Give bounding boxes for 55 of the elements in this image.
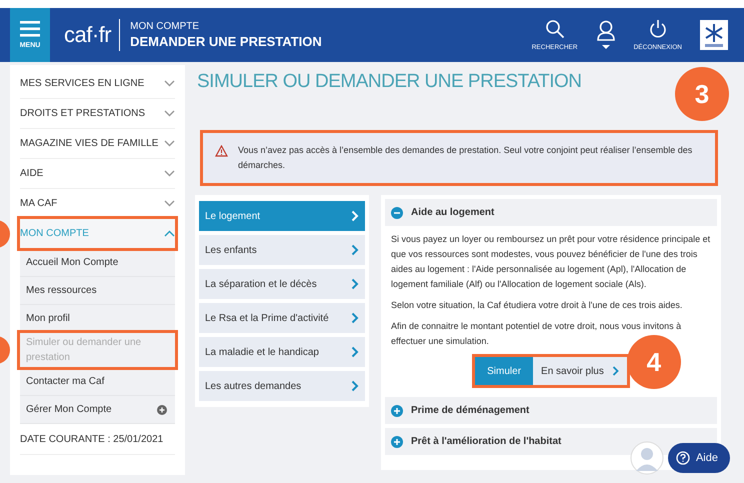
chevron-right-icon [351,380,359,392]
step-badge: 3 [675,67,729,121]
category-tab[interactable]: Le logement [199,201,365,231]
plus-icon [391,436,403,448]
sidebar-item[interactable]: AIDE [20,159,175,189]
section-label: MON COMPTE [130,21,200,32]
page-title: SIMULER OU DEMANDER UNE PRESTATION [197,71,583,93]
current-date: DATE COURANTE : 25/01/2021 [20,424,175,455]
category-tab[interactable]: Les autres demandes [199,371,365,401]
menu-icon [20,21,40,37]
simulate-button[interactable]: Simuler [475,357,534,385]
submenu-item[interactable]: Mes ressources [20,277,175,305]
accordion-header[interactable]: Prime de déménagement [385,397,717,424]
chevron-up-icon [164,230,175,237]
alert-text: Vous n’avez pas accès à l’ensemble des demandes de prestation. Seul votre conjoint peut réaliser l’ensemble des démarches. [238,144,694,172]
step-badge: 4 [626,335,681,389]
search-icon [544,19,565,39]
chevron-right-icon [351,312,359,324]
paragraph: Si vous payez un loyer ou remboursez un prêt pour votre résidence principale et que vos ressources sont modestes, vous pouvez bénéficier de l'une des trois aides au logement : l'Aide personnalisée au logement (Apl), l'Allocation de logement familiale (Alf) ou l'Allocation de logement sociale (Als). [391,233,711,291]
account-button[interactable] [596,20,616,50]
submenu-item[interactable]: Mon profil [20,305,175,333]
submenu-item[interactable]: Accueil Mon Compte [20,249,175,277]
snowflake-emblem-icon [700,20,728,50]
sidebar-item[interactable]: MES SERVICES EN LIGNE [20,69,175,99]
chevron-down-icon [164,200,175,207]
category-tab[interactable]: La séparation et le décès [199,269,365,299]
sidebar-item[interactable]: DROITS ET PRESTATIONS [20,99,175,129]
chevron-down-icon [164,80,175,87]
help-button[interactable]: Aide [668,443,730,473]
page-heading: DEMANDER UNE PRESTATION [130,34,322,49]
chevron-down-icon [164,170,175,177]
paragraph: Selon votre situation, la Caf étudiera votre droit à l'une de ces trois aides. [391,299,684,312]
learn-more-button[interactable]: En savoir plus [533,357,627,385]
minus-icon [391,206,403,218]
chevron-down-icon [164,140,175,147]
category-tab[interactable]: Les enfants [199,235,365,265]
plus-icon [157,404,167,414]
logo[interactable]: caf·fr [64,22,112,48]
submenu-item[interactable]: Gérer Mon Compte [20,396,175,424]
chevron-right-icon [351,346,359,358]
category-tab[interactable]: La maladie et le handicap [199,337,365,367]
accordion-header[interactable]: Aide au logement [385,199,717,226]
chevron-right-icon [351,244,359,256]
user-icon [596,20,616,50]
chevron-right-icon [351,210,359,222]
chevron-right-icon [351,278,359,290]
power-icon [648,19,668,39]
chevron-down-icon [164,110,175,117]
help-icon [676,451,690,465]
plus-icon [391,404,403,416]
sidebar-item[interactable]: MAGAZINE VIES DE FAMILLE [20,129,175,159]
warning-icon [215,145,228,157]
category-tab[interactable]: Le Rsa et la Prime d'activité [199,303,365,333]
chevron-right-icon [612,366,619,376]
submenu-item[interactable]: Contacter ma Caf [20,368,175,396]
